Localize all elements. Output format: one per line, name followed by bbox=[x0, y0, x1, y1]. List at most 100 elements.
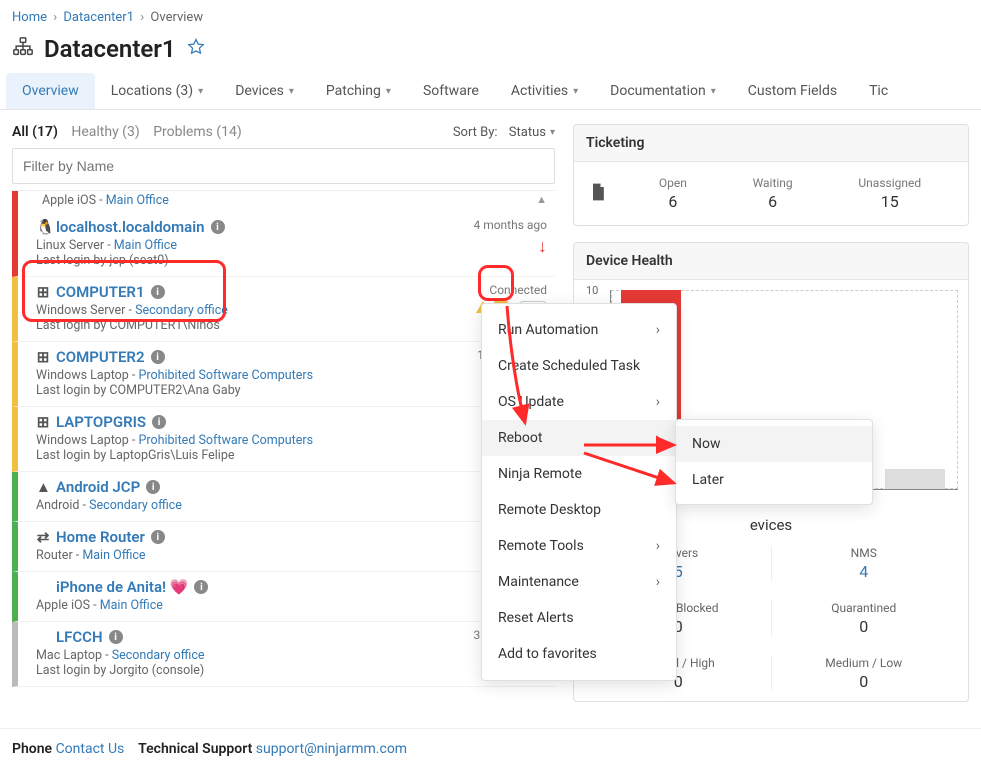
device-login: Last login by LaptopGris\Luis Felipe bbox=[36, 448, 427, 463]
device-name[interactable]: ⊞LAPTOPGRISi bbox=[36, 413, 427, 431]
device-name[interactable]: ⇄Home Routeri bbox=[36, 528, 427, 546]
menu-item-create-scheduled-task[interactable]: Create Scheduled Task bbox=[482, 348, 676, 384]
chevron-right-icon: › bbox=[656, 574, 660, 590]
device-name[interactable]: ▲Android JCPi bbox=[36, 478, 427, 496]
chevron-down-icon: ▾ bbox=[711, 86, 716, 97]
tab-custom-fields[interactable]: Custom Fields bbox=[732, 73, 853, 109]
info-icon[interactable]: i bbox=[146, 480, 160, 494]
list-item[interactable]: ⇄Home RouteriRouter - Main OfficeConnect… bbox=[12, 522, 555, 572]
os-icon: ⊞ bbox=[36, 413, 50, 431]
device-location-link[interactable]: Secondary office bbox=[135, 303, 228, 318]
info-icon[interactable]: i bbox=[151, 350, 165, 364]
device-location-link[interactable]: Secondary office bbox=[89, 498, 182, 513]
breadcrumb-dc[interactable]: Datacenter1 bbox=[63, 10, 134, 25]
tab-tic[interactable]: Tic bbox=[853, 73, 904, 109]
device-health-title: Device Health bbox=[574, 243, 968, 280]
context-submenu: NowLater bbox=[675, 419, 873, 505]
info-icon[interactable]: i bbox=[211, 220, 225, 234]
os-icon: ▲ bbox=[36, 478, 50, 496]
device-location-link[interactable]: Prohibited Software Computers bbox=[138, 433, 313, 448]
info-icon[interactable]: i bbox=[109, 630, 123, 644]
tab-patching[interactable]: Patching▾ bbox=[310, 73, 407, 109]
device-location-link[interactable]: Main Office bbox=[114, 238, 177, 253]
list-item[interactable]: ⊞COMPUTER1iWindows Server - Secondary of… bbox=[12, 277, 555, 342]
ticket-value: 6 bbox=[753, 192, 793, 211]
device-login: Last login by COMPUTER1\Ninos bbox=[36, 318, 427, 333]
device-name[interactable]: ⊞COMPUTER2i bbox=[36, 348, 427, 366]
footer-support-link[interactable]: support@ninjarmm.com bbox=[256, 741, 407, 757]
context-menu: Run Automation›Create Scheduled TaskOS U… bbox=[481, 303, 677, 681]
list-item[interactable]: ⊞COMPUTER2i Windows Laptop - Prohibited S… bbox=[12, 342, 555, 407]
page-title-row: Datacenter1 bbox=[0, 29, 981, 73]
sort-by[interactable]: Sort By: Status▾ bbox=[453, 125, 555, 140]
filter-healthy[interactable]: Healthy (3) bbox=[71, 124, 139, 140]
tab-locations-3-[interactable]: Locations (3)▾ bbox=[95, 73, 219, 109]
ticketing-panel: Ticketing Open6Waiting6Unassigned15 bbox=[573, 124, 969, 226]
menu-item-reset-alerts[interactable]: Reset Alerts bbox=[482, 600, 676, 636]
menu-item-os-update[interactable]: OS Update› bbox=[482, 384, 676, 420]
submenu-item-now[interactable]: Now bbox=[676, 426, 872, 462]
device-status: 4 months ago bbox=[473, 218, 547, 232]
menu-item-ninja-remote[interactable]: Ninja Remote bbox=[482, 456, 676, 492]
menu-item-run-automation[interactable]: Run Automation› bbox=[482, 312, 676, 348]
info-icon[interactable]: i bbox=[152, 415, 166, 429]
device-location-link[interactable]: Prohibited Software Computers bbox=[138, 368, 313, 383]
ticket-label: Unassigned bbox=[858, 176, 921, 190]
ticket-stat[interactable]: Waiting6 bbox=[753, 176, 793, 211]
device-login: Last login by COMPUTER2\Ana Gaby bbox=[36, 383, 427, 398]
device-type: Apple iOS - Main Office bbox=[36, 598, 427, 613]
os-icon: ⊞ bbox=[36, 348, 50, 366]
device-list: Apple iOS - Main Office ▲ 🐧localhost.loc… bbox=[12, 190, 555, 687]
scroll-up-icon[interactable]: ▲ bbox=[536, 193, 547, 208]
submenu-item-later[interactable]: Later bbox=[676, 462, 872, 498]
filter-all[interactable]: All (17) bbox=[12, 124, 58, 140]
device-type: Router - Main Office bbox=[36, 548, 427, 563]
filter-problems[interactable]: Problems (14) bbox=[153, 124, 242, 140]
favorite-star-icon[interactable] bbox=[186, 37, 206, 61]
device-location-link[interactable]: Main Office bbox=[106, 193, 169, 208]
list-item[interactable]: iPhone de Anita! 💗i Apple iOS - Main Offi… bbox=[12, 572, 555, 622]
filter-bar: All (17) Healthy (3) Problems (14) Sort … bbox=[12, 124, 555, 140]
device-name[interactable]: iPhone de Anita! 💗i bbox=[36, 578, 427, 596]
tab-devices[interactable]: Devices▾ bbox=[219, 73, 310, 109]
ticket-stat[interactable]: Open6 bbox=[659, 176, 687, 211]
menu-item-add-to-favorites[interactable]: Add to favorites bbox=[482, 636, 676, 672]
device-name[interactable]: ⊞COMPUTER1i bbox=[36, 283, 427, 301]
os-icon: ⊞ bbox=[36, 283, 50, 301]
device-type: Windows Laptop - Prohibited Software Com… bbox=[36, 433, 427, 448]
ticket-stat[interactable]: Unassigned15 bbox=[858, 176, 921, 211]
footer-contact-link[interactable]: Contact Us bbox=[56, 741, 125, 757]
health-cell: Quarantined0 bbox=[772, 601, 957, 636]
filter-input[interactable] bbox=[12, 148, 555, 184]
menu-item-remote-tools[interactable]: Remote Tools› bbox=[482, 528, 676, 564]
device-location-link[interactable]: Main Office bbox=[100, 598, 163, 613]
menu-item-remote-desktop[interactable]: Remote Desktop bbox=[482, 492, 676, 528]
tab-software[interactable]: Software bbox=[407, 73, 495, 109]
chevron-down-icon: ▾ bbox=[289, 86, 294, 97]
list-item[interactable]: 🐧localhost.localdomaini Linux Server - Ma… bbox=[12, 212, 555, 277]
device-type: Windows Laptop - Prohibited Software Com… bbox=[36, 368, 427, 383]
list-item[interactable]: ⊞LAPTOPGRISi Windows Laptop - Prohibited … bbox=[12, 407, 555, 472]
menu-item-maintenance[interactable]: Maintenance› bbox=[482, 564, 676, 600]
device-type: Linux Server - Main Office bbox=[36, 238, 427, 253]
chevron-down-icon: ▾ bbox=[198, 86, 203, 97]
list-item[interactable]: LFCCHiMac Laptop - Secondary officeLast … bbox=[12, 622, 555, 687]
chevron-right-icon: › bbox=[656, 538, 660, 554]
device-login: Last login by Jorgito (console) bbox=[36, 663, 427, 678]
info-icon[interactable]: i bbox=[194, 580, 208, 594]
device-location-link[interactable]: Main Office bbox=[82, 548, 145, 563]
chart-bar[interactable] bbox=[885, 469, 945, 489]
tab-overview[interactable]: Overview bbox=[6, 73, 95, 109]
tab-documentation[interactable]: Documentation▾ bbox=[594, 73, 732, 109]
chevron-right-icon: › bbox=[656, 430, 660, 446]
breadcrumb-home[interactable]: Home bbox=[12, 10, 47, 25]
info-icon[interactable]: i bbox=[151, 530, 165, 544]
tab-activities[interactable]: Activities▾ bbox=[495, 73, 594, 109]
device-location-link[interactable]: Secondary office bbox=[112, 648, 205, 663]
device-name[interactable]: 🐧localhost.localdomaini bbox=[36, 218, 427, 236]
list-item[interactable]: ▲Android JCPiAndroid - Secondary officeC… bbox=[12, 472, 555, 522]
device-name[interactable]: LFCCHi bbox=[36, 628, 427, 646]
info-icon[interactable]: i bbox=[151, 285, 165, 299]
health-cell[interactable]: NMS4 bbox=[772, 546, 957, 581]
menu-item-reboot[interactable]: Reboot› bbox=[482, 420, 676, 456]
